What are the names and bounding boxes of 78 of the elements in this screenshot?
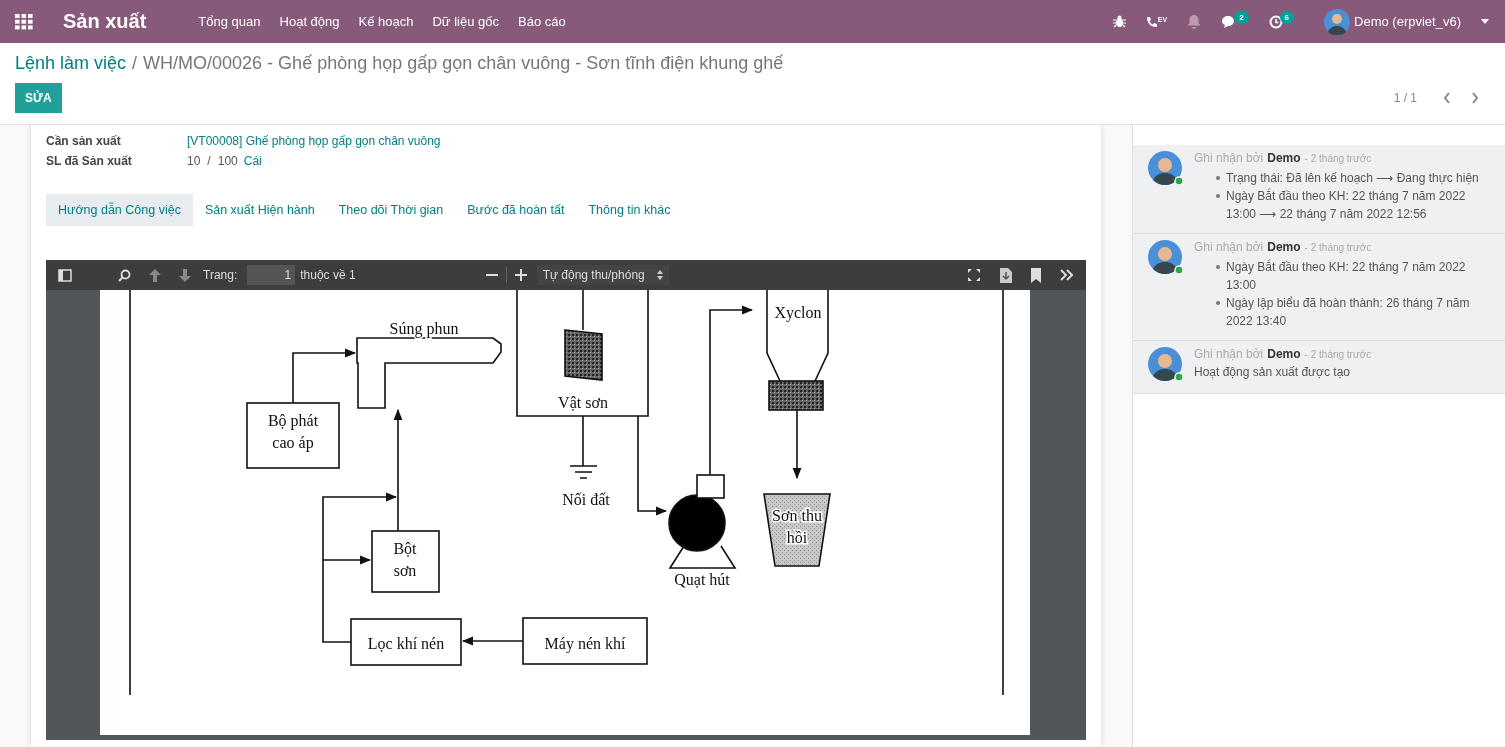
tracking-change: Ngày Bắt đầu theo KH: 22 tháng 7 năm 2022 13:00 ⟶ 22 tháng 7 năm 2022 12:56	[1226, 187, 1467, 223]
bullet-icon	[1216, 301, 1220, 305]
diagram-label: Bột sơn	[393, 540, 417, 579]
message-time: - 2 tháng trước	[1304, 242, 1372, 253]
menu-item[interactable]: Kế hoạch	[358, 14, 414, 29]
message-author: Demo	[1267, 151, 1301, 165]
bullet-icon	[1216, 176, 1220, 180]
tab[interactable]: Hướng dẫn Công việc	[46, 194, 193, 226]
chat-count-badge: 2	[1234, 11, 1249, 24]
next-icon[interactable]	[1471, 92, 1479, 104]
quantity-value: 10	[187, 154, 201, 168]
arrow-up-icon[interactable]	[149, 268, 161, 282]
search-icon[interactable]	[118, 268, 131, 282]
diagram-label: Vật sơn	[558, 394, 608, 411]
activity-count-badge: 6	[1279, 11, 1295, 24]
field-label: Cần sản xuất	[46, 134, 122, 148]
sidebar-toggle-icon[interactable]	[58, 268, 72, 282]
avatar-icon	[1148, 347, 1184, 383]
diagram-label: Nối đất	[562, 491, 610, 508]
menu-item[interactable]: Dữ liệu gốc	[432, 14, 499, 29]
user-menu[interactable]: Demo (erpviet_v6)	[1354, 14, 1461, 29]
page-total: thuộc về 1	[300, 268, 356, 282]
sort-arrows-icon	[656, 270, 663, 280]
fullscreen-icon[interactable]	[967, 268, 981, 282]
message-time: - 2 tháng trước	[1304, 349, 1372, 360]
quantity-separator: /	[207, 154, 211, 168]
tab[interactable]: Theo dõi Thời gian	[326, 194, 456, 226]
avatar-icon	[1148, 151, 1184, 187]
tab[interactable]: Bước đã hoàn tất	[455, 194, 577, 226]
bullet-icon	[1216, 194, 1220, 198]
tracking-change: Ngày Bắt đầu theo KH: 22 tháng 7 năm 2022 13:00	[1226, 258, 1467, 294]
breadcrumb-separator: /	[132, 53, 138, 74]
menu-item[interactable]: Hoạt động	[279, 14, 340, 29]
quantity-total: 100	[217, 154, 238, 168]
message-prefix: Ghi nhận bởi	[1194, 151, 1264, 165]
zoom-select[interactable]: Tự động thu/phóng	[536, 265, 669, 285]
user-avatar-icon[interactable]	[1324, 8, 1351, 35]
message-prefix: Ghi nhận bởi	[1194, 347, 1264, 361]
diagram-label: Sơn thu hồi	[772, 507, 822, 546]
message-prefix: Ghi nhận bởi	[1194, 240, 1264, 254]
bullet-icon	[1216, 265, 1220, 269]
pager-value: 1 / 1	[1393, 91, 1417, 105]
edit-button[interactable]: SỬA	[15, 83, 62, 113]
avatar-icon	[1148, 240, 1184, 276]
app-title[interactable]: Sản xuất	[63, 10, 147, 33]
double-chevron-icon[interactable]	[1060, 269, 1074, 281]
previous-icon[interactable]	[1443, 92, 1451, 104]
clock-icon[interactable]	[1268, 14, 1283, 29]
message-text: Hoạt động sản xuất được tạo	[1194, 365, 1351, 379]
field-label: SL đã Sản xuất	[46, 154, 133, 168]
message-author: Demo	[1267, 347, 1301, 361]
product-link[interactable]: [VT00008] Ghế phòng họp gấp gọn chân vuông	[187, 134, 441, 148]
breadcrumb-current: WH/MO/00026 - Ghế phòng họp gấp gọn chân vuông - Sơn tĩnh điện khung ghế	[143, 53, 784, 74]
page-number-field[interactable]: 1	[247, 265, 296, 285]
diagram-label: Lọc khí nén	[367, 635, 445, 652]
arrow-down-icon[interactable]	[179, 268, 191, 282]
bookmark-icon[interactable]	[1031, 267, 1041, 283]
tracking-change: Trạng thái: Đã lên kế hoạch ⟶ Đang thực hiện	[1226, 170, 1479, 187]
message-time: - 2 tháng trước	[1304, 153, 1372, 164]
tracking-change: Ngày lập biểu đã hoàn thành: 26 tháng 7 năm 2022 13:40	[1226, 295, 1471, 330]
menu-item[interactable]: Báo cáo	[518, 14, 566, 29]
caret-icon[interactable]	[1481, 19, 1489, 24]
diagram-label: Máy nén khí	[544, 635, 626, 652]
menu-item[interactable]: Tổng quan	[198, 14, 261, 29]
diagram-label: Xyclon	[774, 304, 822, 321]
zoom-in-icon[interactable]	[514, 269, 527, 281]
unit-link[interactable]: Cái	[243, 154, 262, 168]
bug-icon[interactable]	[1112, 15, 1126, 28]
tab[interactable]: Sản xuất Hiện hành	[192, 194, 327, 226]
diagram-label: Súng phun	[389, 320, 459, 337]
diagram-label: Bộ phát cao áp	[267, 412, 319, 451]
breadcrumb-link[interactable]: Lệnh làm việc	[15, 53, 127, 74]
download-icon[interactable]	[1000, 267, 1012, 283]
diagram-label: Quạt hút	[674, 571, 730, 588]
message-author: Demo	[1267, 240, 1301, 254]
tab[interactable]: Thông tin khác	[576, 194, 683, 226]
app-grid-icon[interactable]	[15, 13, 33, 30]
page-label: Trang:	[203, 268, 238, 282]
